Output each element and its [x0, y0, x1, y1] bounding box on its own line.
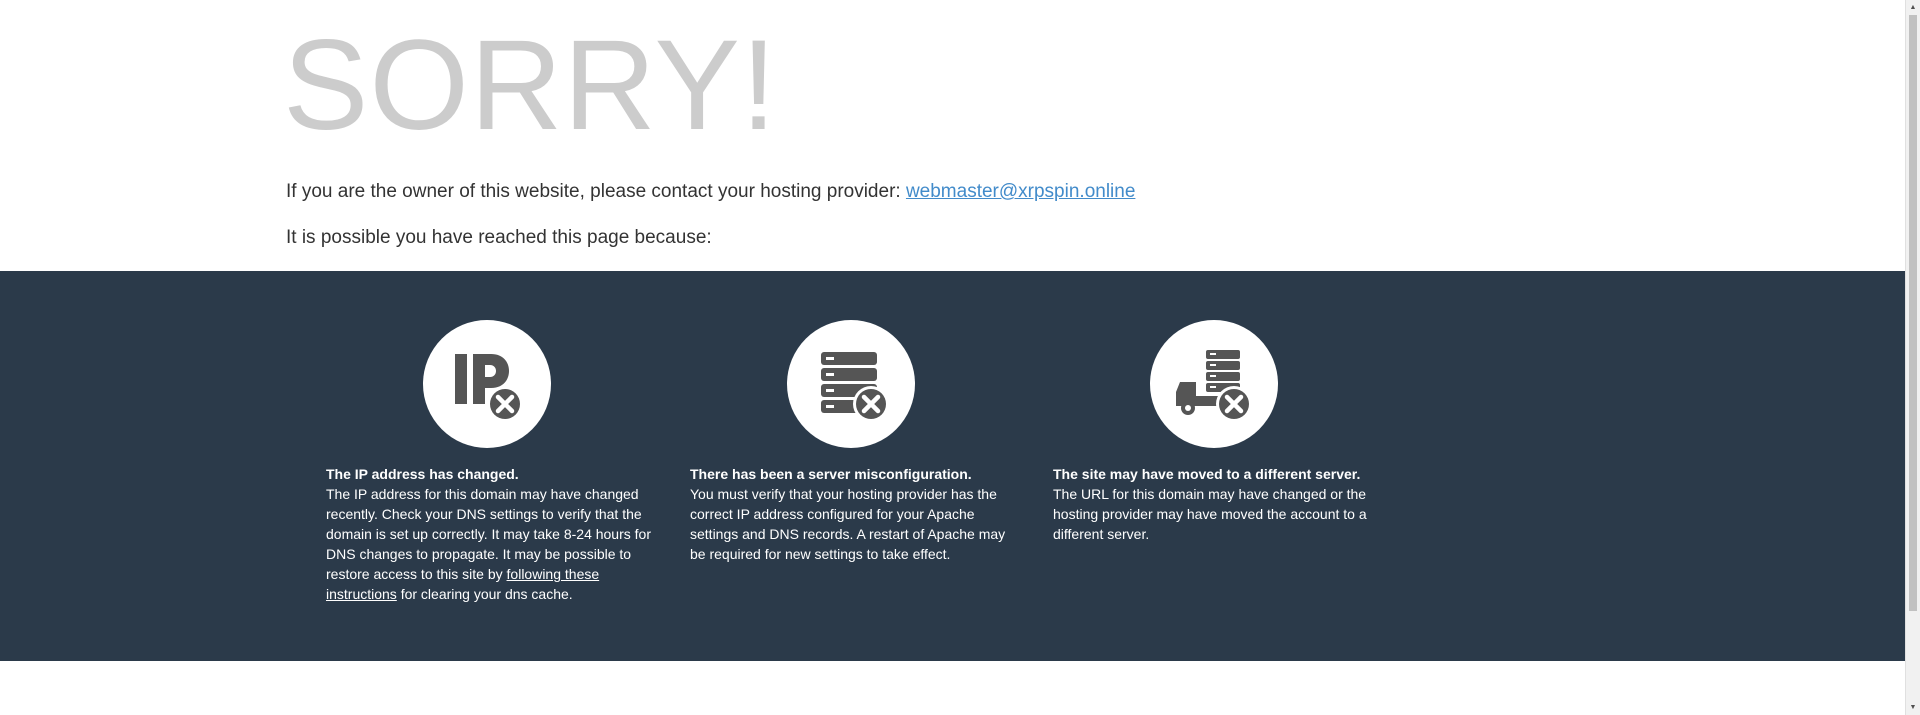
reason-ip-changed: The IP address has changed. The IP addre… — [326, 320, 656, 604]
reason-server-moved: The site may have moved to a different s… — [1053, 320, 1383, 544]
reason-body: You must verify that your hosting provid… — [690, 486, 1006, 562]
reason-title: The IP address has changed. — [326, 466, 519, 482]
reason-icon-circle — [787, 320, 915, 448]
contact-email-link[interactable]: webmaster@xrpspin.online — [906, 181, 1135, 202]
owner-contact-text: If you are the owner of this website, pl… — [286, 181, 1135, 203]
server-moved-icon — [1176, 350, 1252, 422]
reason-icon-circle — [423, 320, 551, 448]
reason-body: The IP address for this domain may have … — [326, 486, 651, 582]
reason-intro: It is possible you have reached this pag… — [286, 227, 712, 248]
owner-contact-label: If you are the owner of this website, pl… — [286, 181, 906, 202]
server-error-icon — [821, 352, 889, 422]
scroll-up-arrow-icon[interactable]: ▲ — [1906, 0, 1920, 15]
scroll-down-arrow-icon[interactable]: ▼ — [1906, 700, 1920, 715]
vertical-scrollbar[interactable]: ▲ ▼ — [1905, 0, 1920, 715]
reason-title: The site may have moved to a different s… — [1053, 466, 1361, 482]
page-title: SORRY! — [283, 14, 778, 157]
reason-server-misconfiguration: There has been a server misconfiguration… — [690, 320, 1020, 564]
ip-error-icon — [455, 354, 523, 422]
reason-body-tail: for clearing your dns cache. — [396, 586, 573, 602]
scrollbar-thumb[interactable] — [1909, 15, 1917, 611]
error-page: SORRY! If you are the owner of this webs… — [0, 0, 1905, 715]
reason-body: The URL for this domain may have changed… — [1053, 486, 1367, 542]
reason-title: There has been a server misconfiguration… — [690, 466, 972, 482]
header-section: SORRY! If you are the owner of this webs… — [0, 0, 1905, 271]
reason-icon-circle — [1150, 320, 1278, 448]
reasons-band: The IP address has changed. The IP addre… — [0, 271, 1905, 661]
